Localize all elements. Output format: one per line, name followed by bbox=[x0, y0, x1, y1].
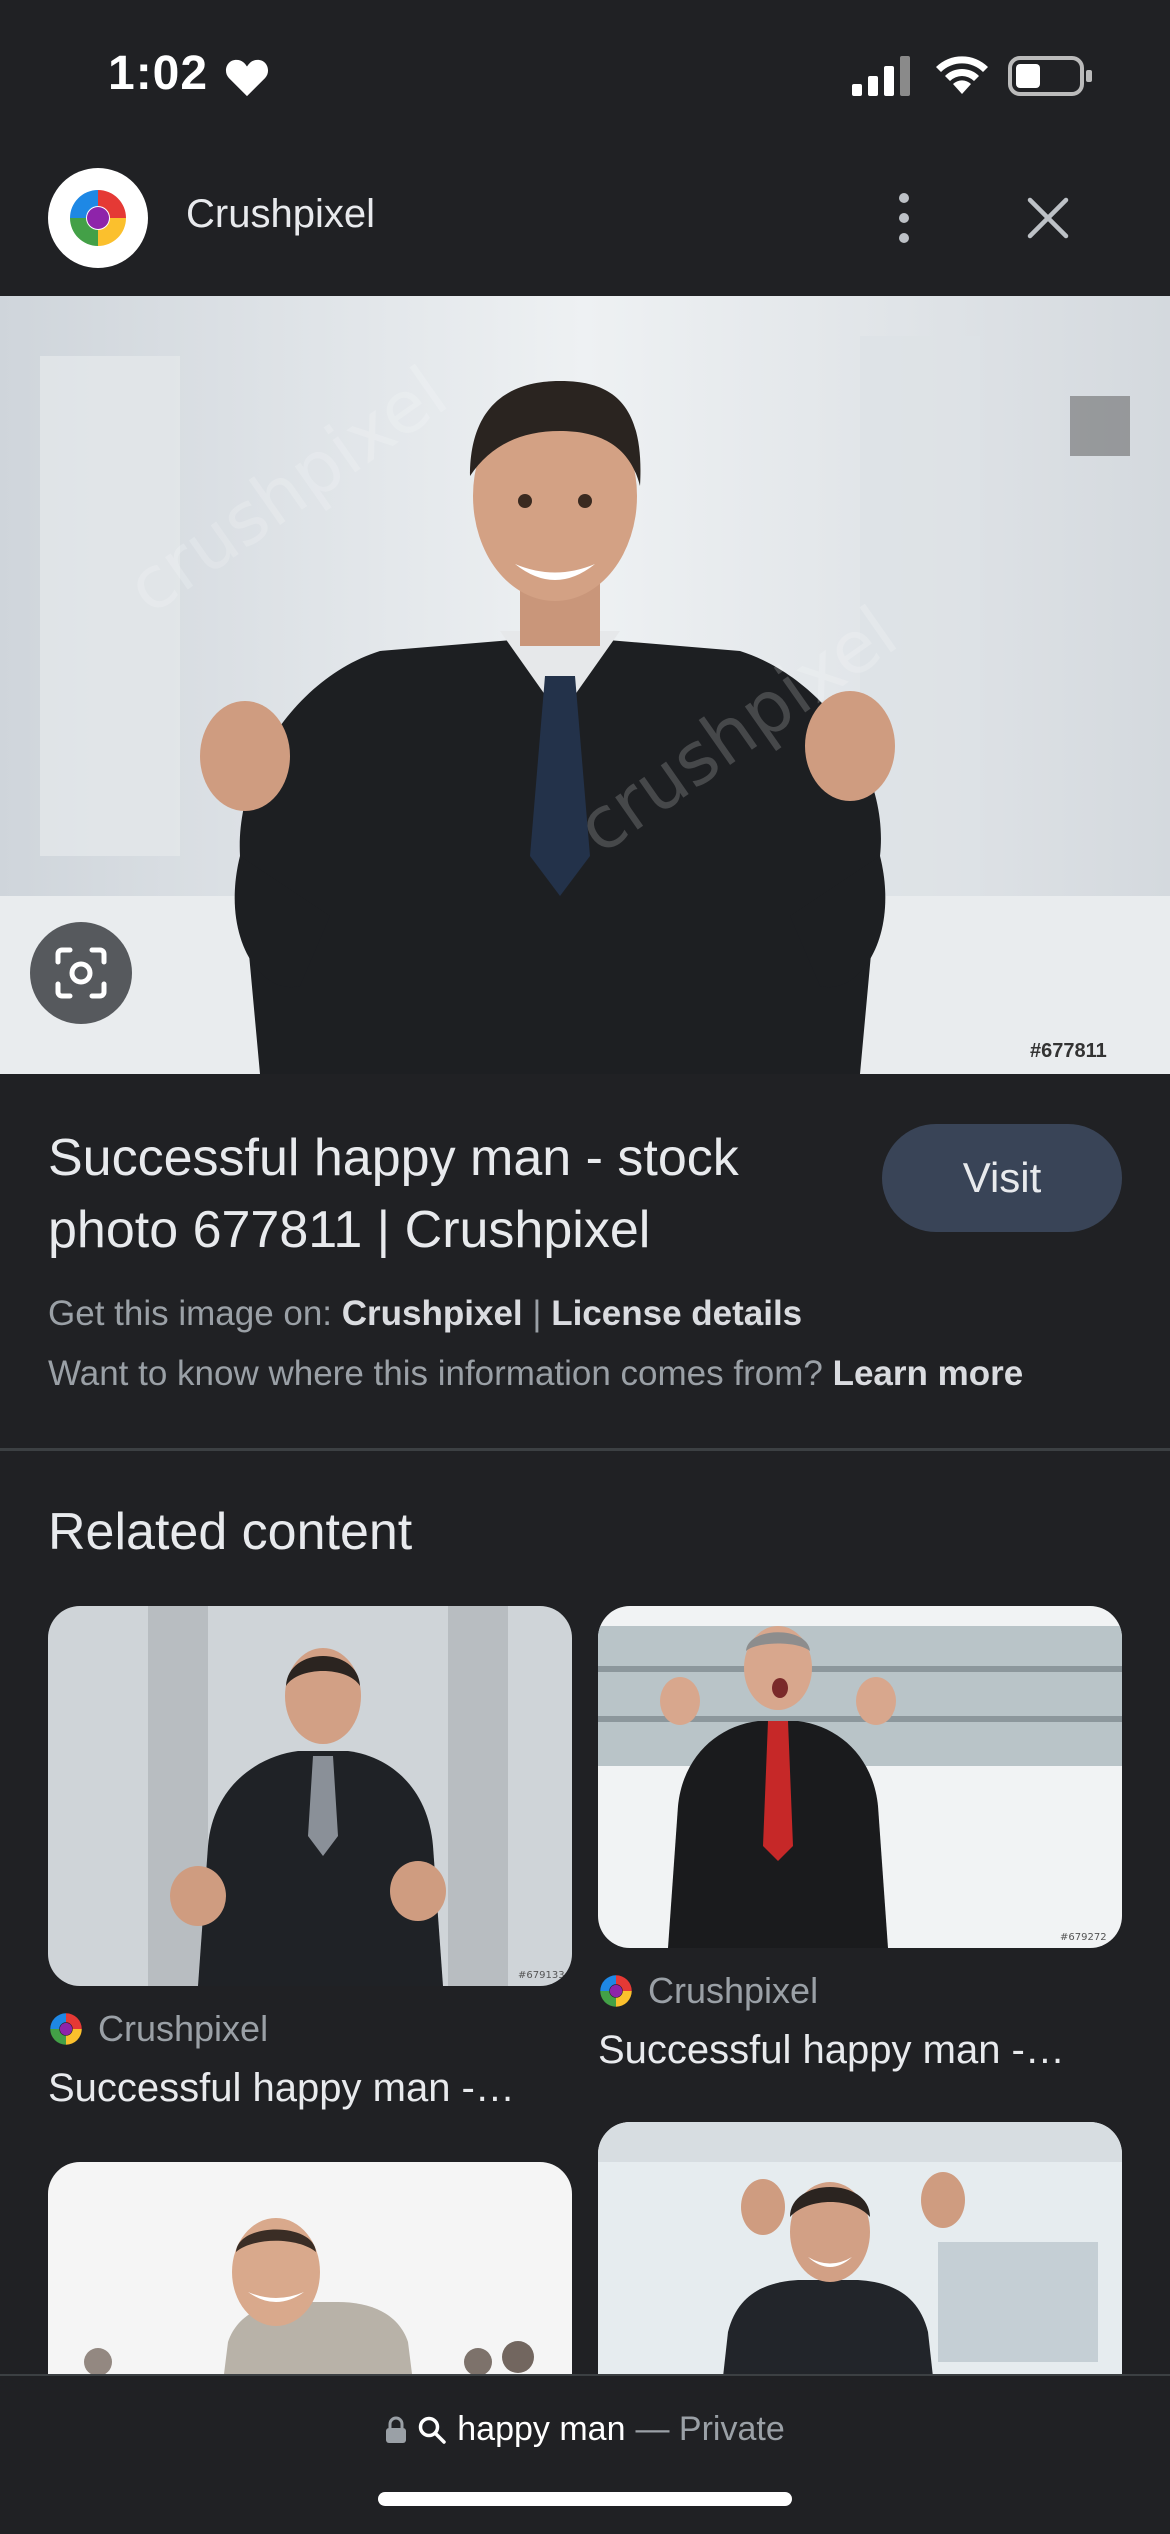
lens-search-button[interactable] bbox=[30, 922, 132, 1024]
related-card-title-2[interactable]: Successful happy man -… bbox=[598, 2028, 1065, 2073]
related-card-image-2[interactable]: #679272 bbox=[598, 1606, 1122, 1948]
result-title[interactable]: Successful happy man - stock photo 67781… bbox=[48, 1122, 848, 1266]
cellular-signal-icon bbox=[852, 56, 910, 96]
related-card-source-label-1: Crushpixel bbox=[98, 2008, 269, 2049]
separator: | bbox=[522, 1294, 552, 1333]
url-query: happy man bbox=[457, 2410, 626, 2448]
related-card-source-label-2: Crushpixel bbox=[648, 1970, 819, 2011]
lens-search-icon bbox=[55, 947, 107, 999]
battery-icon bbox=[1008, 56, 1092, 96]
search-icon bbox=[419, 2416, 446, 2444]
site-name[interactable]: Crushpixel bbox=[186, 192, 375, 237]
image-id-label: #677811 bbox=[1030, 1040, 1107, 1062]
businessman-photo: crushpixel crushpixel bbox=[0, 296, 1170, 1074]
lock-icon bbox=[386, 2416, 407, 2443]
info-question: Want to know where this information come… bbox=[48, 1354, 833, 1393]
related-card-source-2[interactable]: Crushpixel bbox=[598, 1970, 818, 2012]
related-card-title-1[interactable]: Successful happy man -… bbox=[48, 2066, 515, 2111]
related-image-id-1: #679133 bbox=[518, 1970, 565, 1981]
crushpixel-logo-icon bbox=[70, 190, 126, 246]
divider bbox=[0, 1448, 1170, 1451]
status-time: 1:02 bbox=[108, 47, 209, 100]
close-button[interactable] bbox=[1018, 188, 1078, 248]
main-image[interactable]: crushpixel crushpixel bbox=[0, 296, 1170, 1074]
related-photo-2: #679272 bbox=[598, 1606, 1122, 1948]
heart-icon bbox=[225, 59, 269, 97]
url-mode: — Private bbox=[635, 2410, 785, 2448]
close-icon bbox=[1027, 197, 1069, 239]
related-card-source-1[interactable]: Crushpixel bbox=[48, 2008, 268, 2050]
get-image-line: Get this image on: Crushpixel | License … bbox=[48, 1294, 802, 1334]
crushpixel-logo-icon bbox=[50, 2013, 82, 2045]
result-title-line2: photo 677811 | Crushpixel bbox=[48, 1201, 651, 1259]
get-image-source-link[interactable]: Crushpixel bbox=[342, 1294, 523, 1333]
info-source-line: Want to know where this information come… bbox=[48, 1354, 1023, 1394]
related-photo-1: #679133 bbox=[48, 1606, 572, 1986]
related-heading: Related content bbox=[48, 1503, 413, 1561]
visit-button[interactable]: Visit bbox=[882, 1124, 1122, 1232]
related-image-id-2: #679272 bbox=[1060, 1932, 1107, 1943]
crushpixel-logo-icon bbox=[600, 1975, 632, 2007]
result-title-line1: Successful happy man - stock bbox=[48, 1129, 739, 1187]
bottom-bar bbox=[0, 2374, 1170, 2534]
related-card-image-1[interactable]: #679133 bbox=[48, 1606, 572, 1986]
wifi-icon bbox=[936, 56, 988, 94]
learn-more-link[interactable]: Learn more bbox=[833, 1354, 1024, 1393]
site-logo[interactable] bbox=[48, 168, 148, 268]
get-image-prefix: Get this image on: bbox=[48, 1294, 342, 1333]
url-bar[interactable]: happy man — Private bbox=[0, 2410, 1170, 2449]
more-vertical-icon bbox=[899, 193, 909, 243]
more-options-button[interactable] bbox=[880, 186, 928, 250]
license-details-link[interactable]: License details bbox=[551, 1294, 802, 1333]
home-indicator[interactable] bbox=[378, 2492, 792, 2506]
